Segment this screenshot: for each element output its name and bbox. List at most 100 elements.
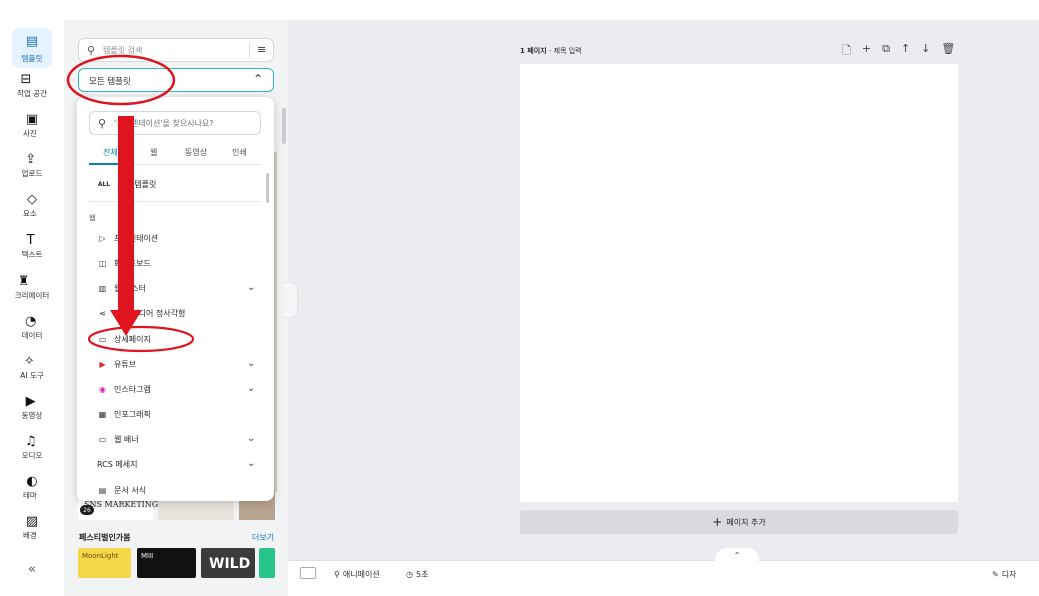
- tab-video[interactable]: 동영상: [185, 147, 207, 158]
- photo-icon: ▣: [25, 111, 39, 127]
- rail-item-ai-tools[interactable]: ✧ AI 도구: [0, 352, 64, 381]
- category-tabs: 전체 웹 동영상 인쇄: [89, 145, 261, 165]
- chevron-down-icon[interactable]: ⌄: [247, 383, 255, 394]
- option-poster[interactable]: ▥ 웹 포스터: [97, 283, 146, 294]
- thumbnail-edge: [274, 152, 277, 492]
- option-whiteboard[interactable]: ◫ 화이트보드: [97, 258, 151, 269]
- share-icon: ⋖: [99, 309, 106, 318]
- category-dropdown: ⚲ '프레젠테이션'을 찾으시나요? 전체 웹 동영상 인쇄 ALL 모든 템플…: [77, 97, 274, 501]
- delete-icon[interactable]: 🗑: [941, 42, 955, 61]
- page-title-input[interactable]: - 제목 입력: [549, 47, 582, 55]
- clock-icon: ◷: [406, 570, 413, 579]
- select-value: 모든 템플릿: [89, 77, 131, 87]
- tile-label: MoonLight: [82, 552, 119, 560]
- rail-item-elements[interactable]: ◇ 요소: [0, 190, 64, 219]
- option-infographic[interactable]: ▦ 인포그래픽: [97, 409, 151, 420]
- rail-item-theme[interactable]: ◐ 테마: [0, 472, 64, 501]
- rail-item-label: 배경: [23, 531, 37, 540]
- page-icon[interactable]: 🗋: [842, 42, 851, 61]
- rail-item-audio[interactable]: ♫ 오디오: [0, 432, 64, 461]
- rail-item-content: ♜ 크리에이터: [15, 272, 50, 301]
- panel-collapse-handle[interactable]: [284, 282, 298, 318]
- add-page-button[interactable]: + 페이지 추가: [520, 510, 958, 534]
- left-rail: [0, 20, 64, 596]
- rail-item-upload[interactable]: ⇪ 업로드: [0, 150, 64, 179]
- chevron-down-icon[interactable]: ⌄: [247, 358, 255, 369]
- rail-item-creator[interactable]: ♜ 크리에이터: [0, 272, 64, 301]
- bottom-bar: [288, 560, 1039, 596]
- tab-print[interactable]: 인쇄: [232, 147, 247, 158]
- option-share[interactable]: ⋖ 소셜 미디어 정사각형: [97, 308, 185, 319]
- upload-icon: ⇪: [25, 151, 37, 167]
- rail-item-content: ▨ 배경: [23, 512, 41, 541]
- rail-item-video[interactable]: ▶ 동영상: [0, 392, 64, 421]
- animation-button[interactable]: ⚲ 애니메이션: [334, 569, 380, 580]
- chevron-down-icon[interactable]: ⌄: [247, 433, 255, 444]
- rail-item-label: 요소: [23, 209, 37, 218]
- rail-item-photo[interactable]: ▣ 사진: [0, 110, 64, 139]
- option-label: 인스타그램: [114, 385, 151, 394]
- option-label: 웹 배너: [114, 435, 139, 444]
- rail-item-data[interactable]: ◔ 데이터: [0, 312, 64, 341]
- audio-icon: ♫: [24, 433, 37, 449]
- rail-item-folder[interactable]: ⊟ 작업 공간: [0, 70, 64, 99]
- template-search-input[interactable]: ⚲ 템플릿 검색 ≡: [78, 38, 274, 62]
- rail-item-content: ◇ 요소: [23, 190, 41, 219]
- chevron-down-icon[interactable]: ⌄: [247, 458, 255, 469]
- option-all-templates[interactable]: ALL 모든 템플릿: [97, 179, 157, 190]
- filter-icon[interactable]: ≡: [257, 43, 266, 56]
- template-tile[interactable]: WILD: [201, 548, 255, 578]
- rail-item-label: 텍스트: [21, 250, 43, 259]
- expand-pages-button[interactable]: ⌃: [715, 548, 759, 562]
- rail-item-label: AI 도구: [20, 371, 44, 380]
- option-instagram[interactable]: ◉ 인스타그램: [97, 384, 151, 395]
- web-banner-icon: ▭: [98, 435, 107, 444]
- search-icon: ⚲: [87, 44, 96, 57]
- presentation-icon: ▷: [99, 234, 106, 243]
- chevron-down-icon[interactable]: ⌄: [247, 282, 255, 293]
- template-category-select[interactable]: 모든 템플릿 ⌃: [78, 68, 274, 92]
- duplicate-icon[interactable]: ⧉: [882, 42, 890, 61]
- rail-item-label: 크리에이터: [14, 291, 50, 300]
- design-page[interactable]: [520, 64, 958, 502]
- rail-item-content: ⊟ 작업 공간: [17, 70, 47, 99]
- tab-web[interactable]: 웹: [150, 147, 157, 158]
- group-label: 웹: [89, 214, 96, 222]
- duration-button[interactable]: ◷ 5초: [406, 569, 428, 580]
- animation-icon: ⚲: [334, 570, 340, 579]
- move-down-icon[interactable]: ↓: [921, 42, 930, 61]
- template-tile[interactable]: MoonLight: [78, 548, 131, 578]
- add-page-label: 페이지 추가: [726, 517, 766, 527]
- instagram-icon: ◉: [99, 385, 106, 394]
- collapse-rail-icon[interactable]: «: [28, 562, 36, 577]
- more-link[interactable]: 더보기: [252, 532, 274, 543]
- dropdown-scrollbar[interactable]: [266, 173, 269, 203]
- folder-icon: ⊟: [20, 71, 32, 87]
- option-document[interactable]: ▤ 문서 서식: [97, 485, 146, 496]
- page-header: 1 페이지 - 제목 입력: [520, 46, 582, 56]
- rail-item-text[interactable]: T 텍스트: [0, 231, 64, 260]
- rail-item-label: 동영상: [21, 411, 43, 420]
- infographic-icon: ▦: [98, 410, 107, 419]
- tab-all[interactable]: 전체: [103, 147, 118, 158]
- template-tile[interactable]: MIII: [137, 548, 196, 578]
- panel-scrollbar[interactable]: [282, 108, 286, 144]
- design-button[interactable]: ✎ 디자: [992, 569, 1016, 580]
- template-tile[interactable]: [259, 548, 275, 578]
- rail-item-label: 템플릿: [21, 53, 43, 63]
- option-presentation[interactable]: ▷ 프레젠테이션: [97, 233, 158, 244]
- option-detail-page[interactable]: ▭ 상세페이지: [97, 334, 151, 345]
- rail-item-template[interactable]: ▤ 템플릿: [0, 28, 64, 68]
- page-thumbnail[interactable]: [300, 567, 316, 579]
- dropdown-search-placeholder: '프레젠테이션'을 찾으시나요?: [114, 119, 214, 128]
- rail-item-background[interactable]: ▨ 배경: [0, 512, 64, 541]
- option-youtube[interactable]: ▶ 유튜브: [97, 359, 136, 370]
- whiteboard-icon: ◫: [98, 259, 107, 268]
- data-icon: ◔: [24, 313, 37, 329]
- move-up-icon[interactable]: ↑: [901, 42, 910, 61]
- rail-item-content: ✧ AI 도구: [20, 352, 44, 381]
- add-icon[interactable]: +: [862, 42, 871, 61]
- option-rcs-message[interactable]: RCS 메세지: [97, 459, 137, 470]
- option-web-banner[interactable]: ▭ 웹 배너: [97, 434, 139, 445]
- dropdown-search-input[interactable]: ⚲ '프레젠테이션'을 찾으시나요?: [89, 111, 261, 135]
